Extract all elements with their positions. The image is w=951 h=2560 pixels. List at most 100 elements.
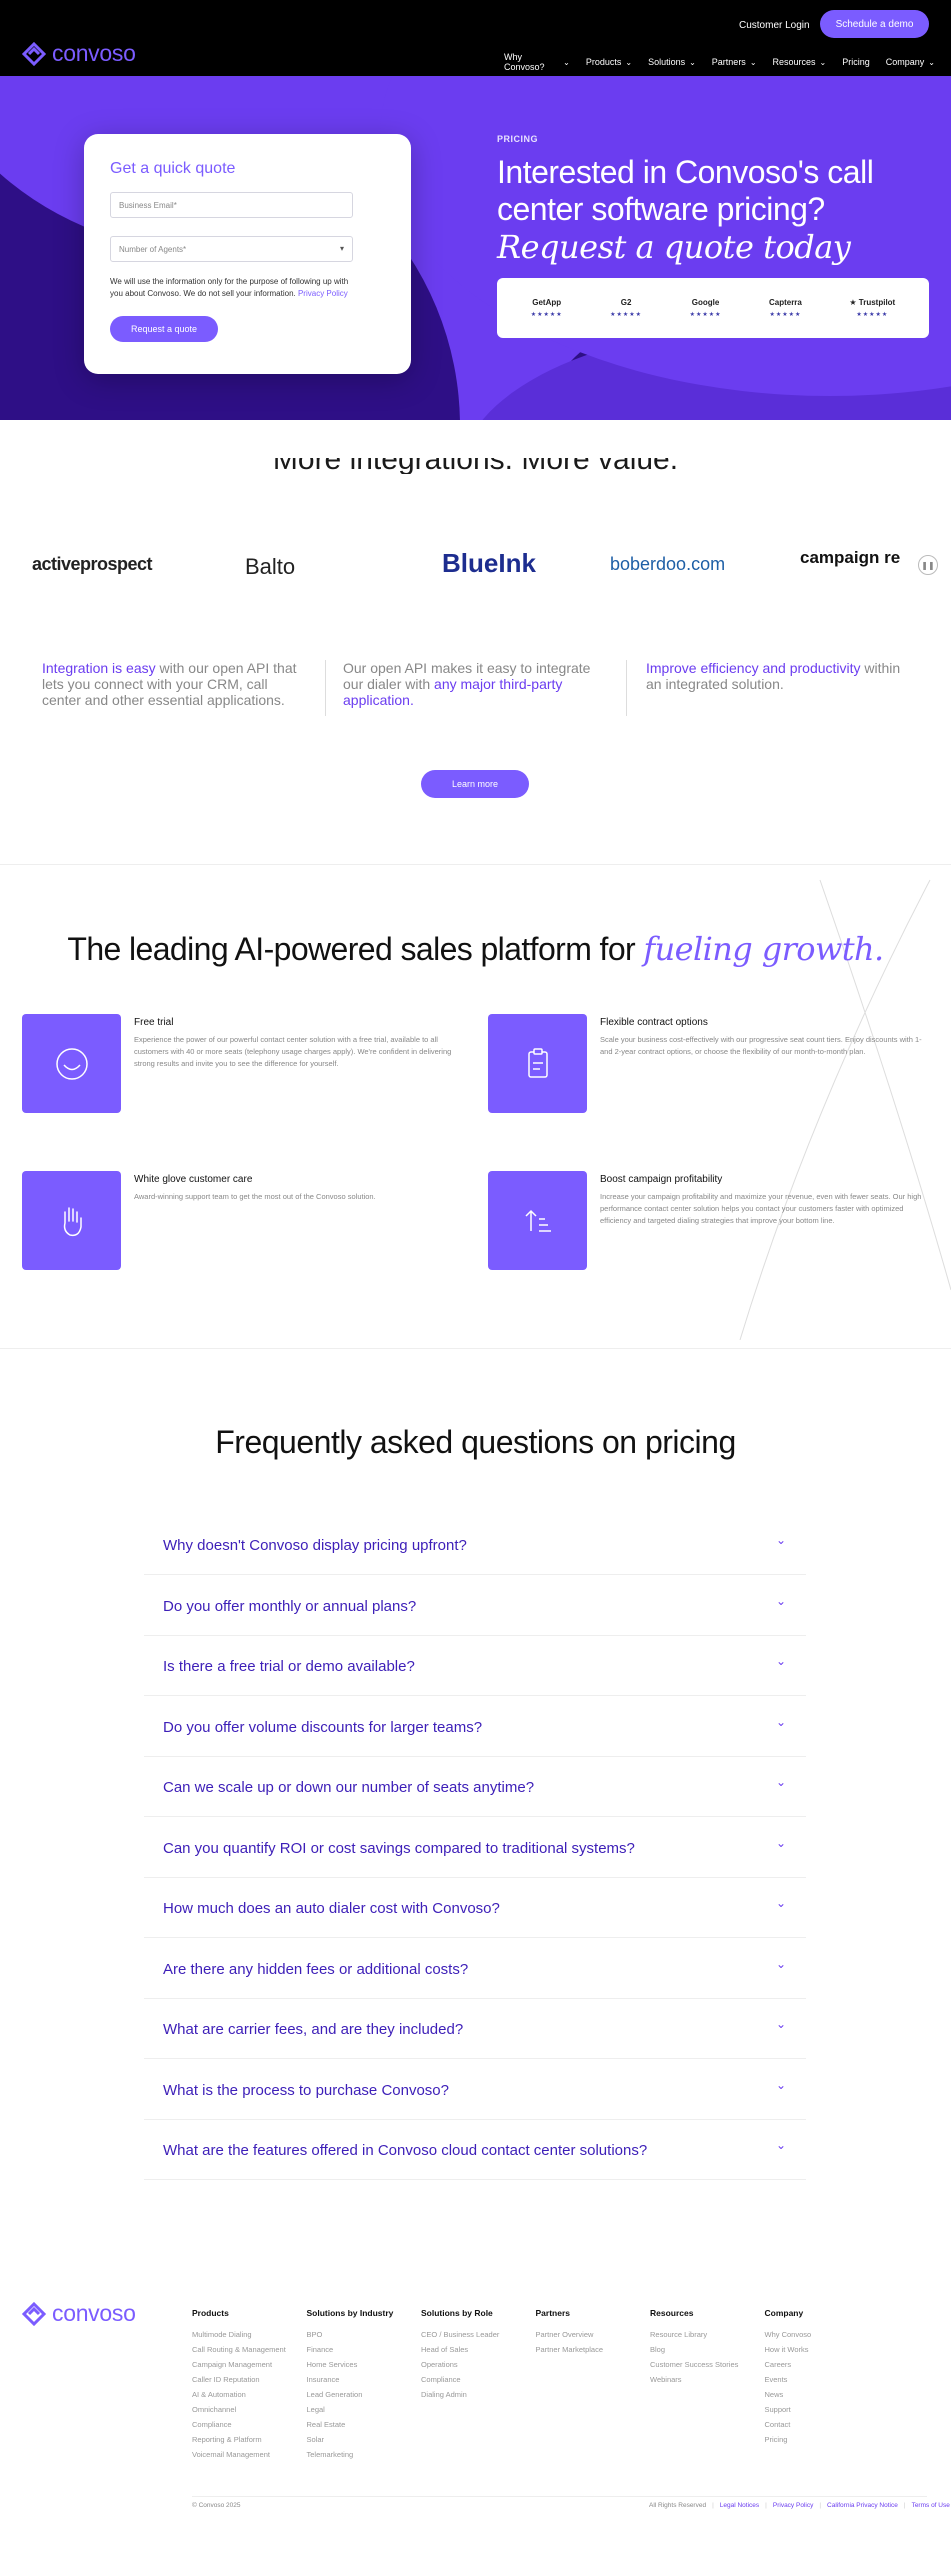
hero-subtitle: Request a quote today xyxy=(497,228,851,266)
business-email-field[interactable]: Business Email* xyxy=(110,192,353,218)
convoso-logo-icon xyxy=(22,41,46,66)
footer-link[interactable]: Caller ID Reputation xyxy=(192,2372,302,2387)
footer-link[interactable]: CEO / Business Leader xyxy=(421,2327,531,2342)
review-badge: ★ Trustpilot ★★★★★ xyxy=(849,298,895,318)
footer-link[interactable]: Reporting & Platform xyxy=(192,2432,302,2447)
nav-item-resources[interactable]: Resources ⌄ xyxy=(773,52,827,72)
nav-item-products[interactable]: Products ⌄ xyxy=(586,52,632,72)
footer-link[interactable]: Careers xyxy=(765,2357,875,2372)
customer-login-link[interactable]: Customer Login xyxy=(739,20,810,31)
section-divider xyxy=(0,864,951,865)
faq-title: Frequently asked questions on pricing xyxy=(215,1424,736,1460)
faq-item[interactable]: What are carrier fees, and are they incl… xyxy=(144,1999,806,2059)
footer-link[interactable]: Operations xyxy=(421,2357,531,2372)
footer-link[interactable]: News xyxy=(765,2387,875,2402)
nav-item-label: Why Convoso? xyxy=(504,52,545,72)
faq-item[interactable]: Are there any hidden fees or additional … xyxy=(144,1939,806,1999)
legal-link[interactable]: Legal Notices xyxy=(720,2502,759,2509)
footer-link[interactable]: Partner Overview xyxy=(536,2327,646,2342)
footer-link[interactable]: Omnichannel xyxy=(192,2402,302,2417)
footer-link[interactable]: Events xyxy=(765,2372,875,2387)
faq-item[interactable]: Is there a free trial or demo available?… xyxy=(144,1636,806,1696)
faq-question: Do you offer volume discounts for larger… xyxy=(163,1718,483,1736)
faq-item[interactable]: What is the process to purchase Convoso?… xyxy=(144,2060,806,2120)
number-of-agents-select[interactable]: Number of Agents* ▾ xyxy=(110,236,353,262)
footer-link[interactable]: Call Routing & Management xyxy=(192,2342,302,2357)
faq-item[interactable]: Do you offer volume discounts for larger… xyxy=(144,1697,806,1757)
legal-link[interactable]: Privacy Policy xyxy=(773,2502,813,2509)
star-rating-icon: ★★★★★ xyxy=(769,312,802,318)
faq-item[interactable]: Do you offer monthly or annual plans? ⌄ xyxy=(144,1576,806,1636)
faq-item[interactable]: Why doesn't Convoso display pricing upfr… xyxy=(144,1515,806,1575)
card-desc: Award-winning support team to get the mo… xyxy=(134,1192,376,1201)
nav-item-solutions[interactable]: Solutions ⌄ xyxy=(648,52,696,72)
faq-item[interactable]: Can you quantify ROI or cost savings com… xyxy=(144,1818,806,1878)
footer-link[interactable]: Dialing Admin xyxy=(421,2387,531,2402)
review-badge: GetApp ★★★★★ xyxy=(531,298,563,318)
learn-more-button[interactable]: Learn more xyxy=(421,770,529,798)
footer-column: Products Multimode Dialing Call Routing & … xyxy=(192,2308,302,2462)
footer-link[interactable]: Resource Library xyxy=(650,2327,760,2342)
convoso-logo[interactable]: convoso xyxy=(22,40,136,67)
faq-question: Are there any hidden fees or additional … xyxy=(163,1960,469,1978)
faq-item[interactable]: What are the features offered in Convoso… xyxy=(144,2120,806,2180)
chevron-down-icon: ⌄ xyxy=(775,1896,786,1910)
chevron-down-icon: ⌄ xyxy=(819,57,827,67)
nav-item-partners[interactable]: Partners ⌄ xyxy=(712,52,757,72)
integration-feature-2: Our open API makes it easy to integrate … xyxy=(343,660,591,708)
faq-question: Is there a free trial or demo available? xyxy=(163,1658,415,1675)
footer-convoso-logo[interactable]: convoso xyxy=(22,2300,136,2327)
footer-link[interactable]: Voicemail Management xyxy=(192,2447,302,2462)
privacy-policy-link[interactable]: Privacy Policy xyxy=(298,289,348,298)
review-site-name: ★ Trustpilot xyxy=(849,298,896,307)
legal-link[interactable]: Terms of Use xyxy=(912,2502,950,2509)
request-quote-button[interactable]: Request a quote xyxy=(110,316,218,342)
logo-text: convoso xyxy=(52,2300,136,2326)
footer-link[interactable]: Customer Success Stories xyxy=(650,2357,760,2372)
footer-link[interactable]: Blog xyxy=(650,2342,760,2357)
faq-item[interactable]: Can we scale up or down our number of se… xyxy=(144,1757,806,1817)
footer-link[interactable]: Partner Marketplace xyxy=(536,2342,646,2357)
balto-logo: Balto xyxy=(245,554,296,579)
faq-item[interactable]: How much does an auto dialer cost with C… xyxy=(144,1878,806,1938)
card-title: Free trial xyxy=(134,1017,174,1028)
footer-divider xyxy=(192,2496,927,2497)
footer-link[interactable]: Compliance xyxy=(421,2372,531,2387)
footer-link[interactable]: Solar xyxy=(307,2432,417,2447)
footer-link[interactable]: BPO xyxy=(307,2327,417,2342)
footer-link[interactable]: Contact xyxy=(765,2417,875,2432)
star-rating-icon: ★★★★★ xyxy=(530,312,563,318)
footer-link[interactable]: Multimode Dialing xyxy=(192,2327,302,2342)
footer-link[interactable]: Head of Sales xyxy=(421,2342,531,2357)
footer-link[interactable]: Legal xyxy=(307,2402,417,2417)
chevron-down-icon: ⌄ xyxy=(775,1533,786,1547)
nav-item-pricing[interactable]: Pricing xyxy=(842,52,870,72)
legal-link[interactable]: California Privacy Notice xyxy=(827,2502,898,2509)
top-navbar: convoso Customer Login Schedule a demo W… xyxy=(0,0,951,76)
footer-link[interactable]: Lead Generation xyxy=(307,2387,417,2402)
schedule-demo-button[interactable]: Schedule a demo xyxy=(820,10,929,38)
footer-link[interactable]: AI & Automation xyxy=(192,2387,302,2402)
card-desc: Increase your campaign profitability and… xyxy=(600,1192,922,1225)
footer-link[interactable]: Webinars xyxy=(650,2372,760,2387)
footer-link[interactable]: Telemarketing xyxy=(307,2447,417,2462)
pause-icon: ❚❚ xyxy=(921,560,935,570)
main-menu: Why Convoso? ⌄ Products ⌄ Solutions ⌄ Partners… xyxy=(504,52,951,72)
chevron-down-icon: ⌄ xyxy=(775,1654,786,1668)
footer-link[interactable]: Real Estate xyxy=(307,2417,417,2432)
footer-link[interactable]: Pricing xyxy=(765,2432,875,2447)
nav-item-why-convoso[interactable]: Why Convoso? ⌄ xyxy=(504,52,570,72)
footer-link[interactable]: Home Services xyxy=(307,2357,417,2372)
footer-link[interactable]: Support xyxy=(765,2402,875,2417)
nav-item-label: Pricing xyxy=(842,57,870,67)
footer-link[interactable]: Compliance xyxy=(192,2417,302,2432)
footer-link[interactable]: Campaign Management xyxy=(192,2357,302,2372)
footer-link[interactable]: Insurance xyxy=(307,2372,417,2387)
footer-link[interactable]: Finance xyxy=(307,2342,417,2357)
privacy-notice: We will use the information only for the… xyxy=(110,276,360,300)
footer-link[interactable]: Why Convoso xyxy=(765,2327,875,2342)
review-badge: G2 ★★★★★ xyxy=(610,298,642,318)
footer-link[interactable]: How it Works xyxy=(765,2342,875,2357)
carousel-pause-button[interactable]: ❚❚ xyxy=(918,555,938,575)
nav-item-company[interactable]: Company ⌄ xyxy=(886,52,935,72)
